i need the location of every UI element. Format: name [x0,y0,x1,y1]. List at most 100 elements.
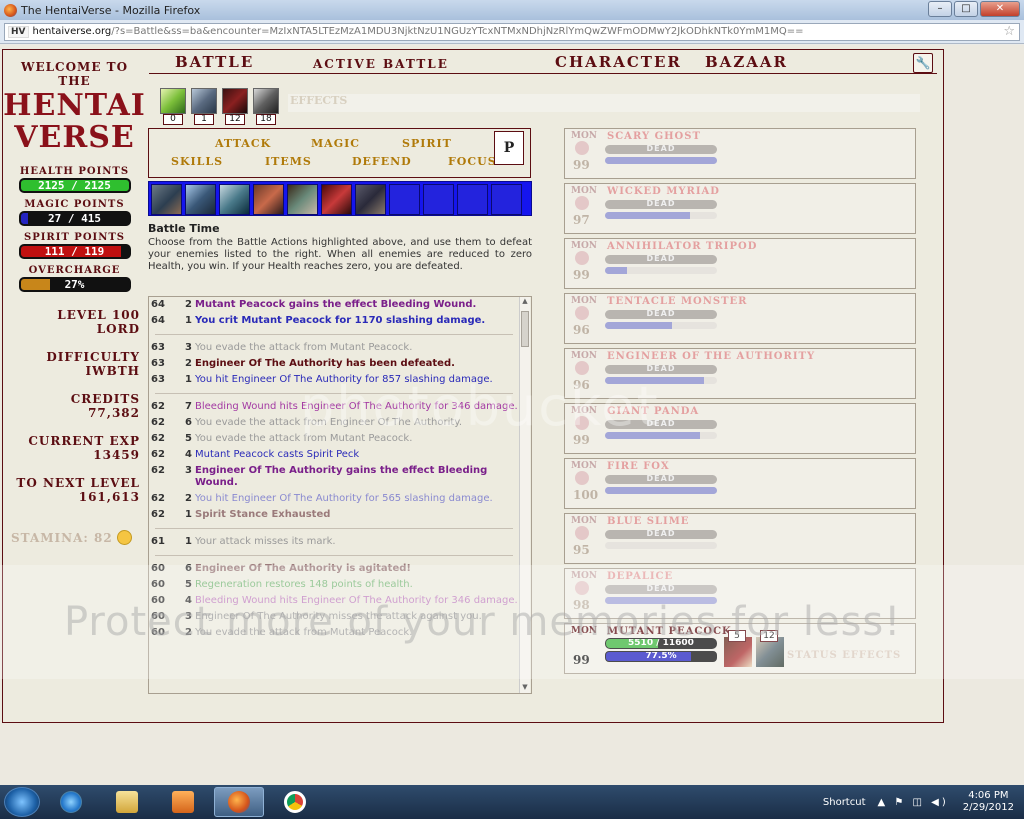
log-entry: 63 1 You hit Engineer Of The Authority for… [149,372,519,388]
quickslot-3[interactable] [219,184,250,215]
log-turn: 63 [151,358,165,369]
log-action: 1 [185,536,192,547]
shortcut-label[interactable]: Shortcut [823,797,866,808]
log-message: Your attack misses its mark. [195,536,336,547]
monster-tag: MON [571,516,598,526]
monster-mana-bar [605,267,717,274]
log-message: Mutant Peacock gains the effect Bleeding… [195,299,477,310]
action-focus[interactable]: FOCUS [448,155,497,168]
quickslot-2[interactable] [185,184,216,215]
spirit-label: SPIRIT POINTS [23,232,126,243]
taskbar-explorer[interactable] [102,787,152,817]
monster-card[interactable]: MON 100 FIRE FOX DEAD [564,458,916,509]
nav-active-battle[interactable]: ACTIVE BATTLE [313,57,449,71]
log-scrollbar[interactable]: ▲ ▼ [519,297,530,693]
log-message: Bleeding Wound hits Engineer Of The Auth… [195,595,518,606]
log-message: Mutant Peacock casts Spirit Peck [195,449,360,460]
maximize-button[interactable]: □ [954,1,978,17]
monster-card[interactable]: MON 95 BLUE SLIME DEAD [564,513,916,564]
monster-card[interactable]: MON 99 SCARY GHOST DEAD [564,128,916,179]
monster-health-bar: DEAD [605,530,717,539]
log-turn: 62 [151,465,165,476]
action-magic[interactable]: MAGIC [311,137,360,150]
monster-dead-text: DEAD [646,310,676,318]
nav-battle[interactable]: BATTLE [175,53,254,71]
tray-icons[interactable]: ▲ ⚑ ◫ ◀) [877,797,948,808]
monster-health-bar: DEAD [605,365,717,374]
monster-dead-text: DEAD [646,420,676,428]
bookmark-star-icon[interactable]: ☆ [1003,24,1015,39]
spirit-bar: 111 / 119 [18,244,131,259]
monster-health-text: 5510 / 11600 [628,638,694,648]
bleeding-wound-icon[interactable]: 5 [724,630,752,667]
action-items[interactable]: ITEMS [265,155,312,168]
effect-haste[interactable]: 18 [253,88,279,125]
start-button[interactable] [4,787,40,817]
scroll-down-icon[interactable]: ▼ [520,683,530,693]
log-action: 4 [185,449,192,460]
action-spirit[interactable]: SPIRIT [402,137,452,150]
url-bar[interactable]: HV hentaiverse.org /?s=Battle&ss=ba&enco… [4,22,1020,41]
effect-protection[interactable]: 1 [191,88,217,125]
log-entry: 60 3 Engineer Of The Authority misses the … [149,609,519,625]
quickslot-5[interactable] [287,184,318,215]
quickslot-1[interactable] [151,184,182,215]
monster-card[interactable]: MON 97 WICKED MYRIAD DEAD [564,183,916,234]
protection-icon [191,88,217,114]
log-entry: 64 2 Mutant Peacock gains the effect Bleed… [149,297,519,313]
quickslot-6[interactable] [321,184,352,215]
quickbar [148,181,532,216]
magic-bar: 27 / 415 [18,211,131,226]
monster-mana-fill [605,212,691,219]
nav-bazaar[interactable]: BAZAAR [705,53,788,71]
quickslot-8[interactable] [389,184,420,215]
monster-health-bar: DEAD [605,145,717,154]
status-effects-label: STATUS EFFECTS [787,650,902,661]
battle-log[interactable]: 64 2 Mutant Peacock gains the effect Bleed… [148,296,532,694]
wrench-icon[interactable]: 🔧 [913,53,933,73]
log-action: 6 [185,563,192,574]
effect-shadow[interactable]: 12 [222,88,248,125]
monster-level: 96 [573,378,590,392]
monster-card[interactable]: MON 96 TENTACLE MONSTER DEAD [564,293,916,344]
log-message: Engineer Of The Authority is agitated! [195,563,411,574]
quickslot-10[interactable] [457,184,488,215]
p-button[interactable]: P [494,131,524,165]
page-content: WELCOME TO THE HENTAI VERSE HEALTH POINT… [0,45,1024,785]
scroll-up-icon[interactable]: ▲ [520,297,530,307]
monster-card[interactable]: MON 99 ANNIHILATOR TRIPOD DEAD [564,238,916,289]
taskbar-media[interactable] [158,787,208,817]
minimize-button[interactable]: – [928,1,952,17]
nav-character[interactable]: CHARACTER [555,53,682,71]
quickslot-9[interactable] [423,184,454,215]
difficulty-label: DIFFICULTY [46,350,140,364]
clock[interactable]: 4:06 PM 2/29/2012 [963,790,1014,814]
close-button[interactable]: ✕ [980,1,1020,17]
monster-name: DEPALICE [607,571,674,582]
action-attack[interactable]: ATTACK [215,137,271,150]
monster-tag: MON [571,296,598,306]
monster-icon [575,581,589,595]
log-action: 7 [185,401,192,412]
taskbar-chrome[interactable] [270,787,320,817]
effect-regen[interactable]: 0 [160,88,186,125]
quickslot-11[interactable] [491,184,522,215]
taskbar-ie[interactable] [46,787,96,817]
log-turn: 60 [151,579,165,590]
overcharge-bar: 27% [18,277,131,292]
battle-instructions: Choose from the Battle Actions highlight… [148,237,532,272]
monster-card[interactable]: MON 98 DEPALICE DEAD [564,568,916,619]
taskbar-firefox[interactable] [214,787,264,817]
debuff-icon[interactable]: 12 [756,630,784,667]
action-skills[interactable]: SKILLS [171,155,223,168]
effect-count: 0 [163,114,183,125]
monster-card[interactable]: MON 99 MUTANT PEACOCK 5510 / 11600 77.5% 5 12 S… [564,623,916,674]
quickslot-4[interactable] [253,184,284,215]
scroll-thumb[interactable] [521,311,529,347]
monster-card[interactable]: MON 99 GIANT PANDA DEAD [564,403,916,454]
site-identity-icon[interactable]: HV [8,25,29,38]
action-defend[interactable]: DEFEND [352,155,412,168]
health-label: HEALTH POINTS [19,166,130,177]
monster-card[interactable]: MON 96 ENGINEER OF THE AUTHORITY DEAD [564,348,916,399]
quickslot-7[interactable] [355,184,386,215]
